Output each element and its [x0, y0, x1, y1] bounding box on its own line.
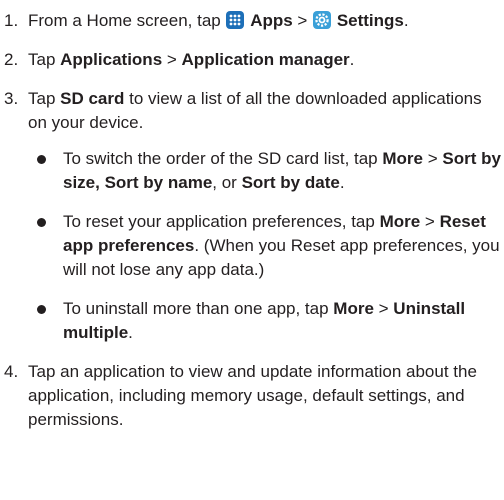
step-1: 1. From a Home screen, tap Apps > Settin… — [4, 9, 504, 33]
bullet-dot — [37, 155, 46, 164]
bullet-uninstall-multiple: To uninstall more than one app, tap More… — [28, 297, 504, 345]
step-number: 2. — [4, 50, 19, 69]
sub-bullets: To switch the order of the SD card list,… — [28, 147, 504, 345]
application-manager-label: Application manager — [181, 50, 350, 69]
settings-gear-icon — [313, 11, 332, 29]
step-number: 3. — [4, 89, 19, 108]
step-text: Tap SD card to view a list of all the do… — [28, 89, 482, 132]
step-3: 3. Tap SD card to view a list of all the… — [4, 87, 504, 345]
steps-list: 1. From a Home screen, tap Apps > Settin… — [4, 9, 504, 432]
step-text: From a Home screen, tap Apps > Settings. — [28, 11, 409, 30]
step-2: 2. Tap Applications > Application manage… — [4, 48, 504, 72]
instructions-document: 1. From a Home screen, tap Apps > Settin… — [0, 0, 504, 500]
step-text: Tap Applications > Application manager. — [28, 50, 355, 69]
bullet-reset-preferences: To reset your application preferences, t… — [28, 210, 504, 282]
step-4: 4. Tap an application to view and update… — [4, 360, 504, 432]
apps-label: Apps — [250, 11, 293, 30]
apps-grid-icon — [226, 11, 245, 29]
step-number: 1. — [4, 11, 19, 30]
settings-label: Settings — [336, 11, 404, 30]
bullet-dot — [37, 305, 46, 314]
applications-label: Applications — [60, 50, 163, 69]
step-text: Tap an application to view and update in… — [28, 362, 477, 429]
bullet-dot — [37, 218, 46, 227]
bullet-sort-order: To switch the order of the SD card list,… — [28, 147, 504, 195]
sd-card-label: SD card — [60, 89, 125, 108]
step-number: 4. — [4, 362, 19, 381]
